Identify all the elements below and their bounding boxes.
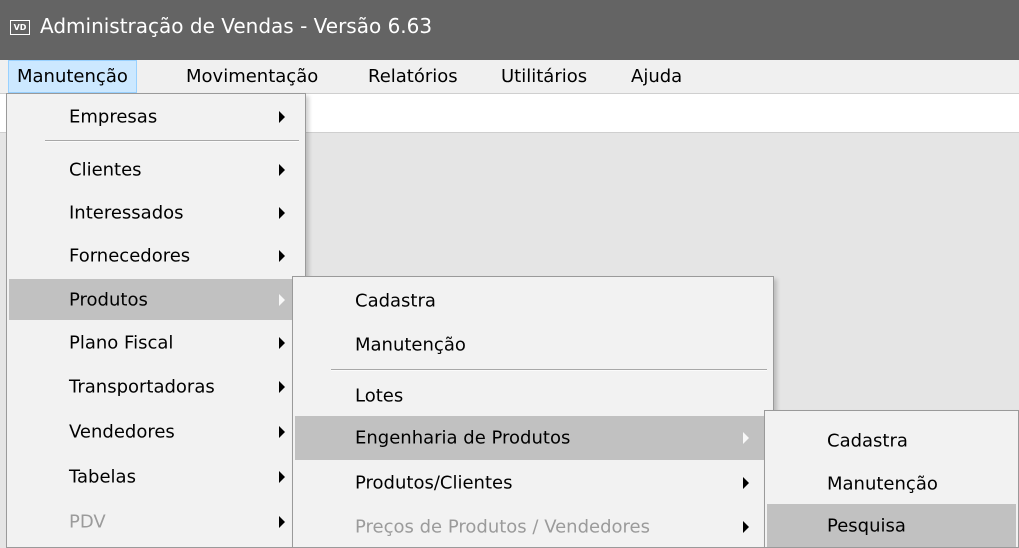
- menu-item-label: Plano Fiscal: [69, 332, 174, 353]
- menu-item-label: PDV: [69, 511, 106, 532]
- submenu-arrow-icon: [279, 336, 285, 349]
- menu-item-pesquisa[interactable]: Pesquisa: [767, 504, 1016, 547]
- submenu-arrow-icon: [743, 521, 749, 533]
- menu-relatorios[interactable]: Relatórios: [360, 60, 466, 93]
- menu-item-label: Engenharia de Produtos: [355, 427, 571, 449]
- menu-item-lotes[interactable]: Lotes: [295, 374, 771, 418]
- menu-item-label: Pesquisa: [827, 515, 906, 536]
- menu-separator: [331, 369, 767, 371]
- menu-bar: Manutenção Movimentação Relatórios Utili…: [0, 60, 1019, 93]
- menu-item-label: Produtos: [69, 289, 148, 310]
- submenu-arrow-icon: [743, 432, 749, 444]
- menu-item-pdv[interactable]: PDV: [9, 501, 303, 542]
- menu-item-clientes[interactable]: Clientes: [9, 149, 303, 190]
- menu-item-engenharia-de-produtos[interactable]: Engenharia de Produtos: [295, 416, 771, 460]
- menu-item-manutencao[interactable]: Manutenção: [767, 462, 1016, 505]
- menu-item-label: Manutenção: [827, 473, 938, 494]
- menu-item-produtos[interactable]: Produtos: [9, 279, 303, 320]
- submenu-arrow-icon: [279, 293, 285, 306]
- menu-item-label: Produtos/Clientes: [355, 472, 513, 494]
- menu-item-cadastra[interactable]: Cadastra: [295, 279, 771, 323]
- menu-utilitarios[interactable]: Utilitários: [493, 60, 595, 93]
- menu-item-label: Cadastra: [355, 290, 436, 312]
- menu-item-label: Empresas: [69, 106, 158, 127]
- menu-item-label: Transportadoras: [69, 376, 215, 397]
- submenu-arrow-icon: [279, 380, 285, 393]
- submenu-arrow-icon: [279, 206, 285, 219]
- manutencao-dropdown: Empresas Clientes Interessados Fornecedo…: [6, 93, 306, 548]
- menu-separator: [45, 140, 299, 142]
- title-bar: VD Administração de Vendas - Versão 6.63: [0, 0, 1019, 60]
- menu-item-precos-produtos-vendedores[interactable]: Preços de Produtos / Vendedores: [295, 505, 771, 548]
- menu-item-label: Lotes: [355, 385, 404, 407]
- submenu-arrow-icon: [279, 249, 285, 262]
- submenu-arrow-icon: [743, 477, 749, 489]
- submenu-arrow-icon: [279, 110, 285, 123]
- menu-item-label: Interessados: [69, 202, 184, 223]
- menu-item-label: Preços de Produtos / Vendedores: [355, 516, 650, 538]
- menu-item-label: Fornecedores: [69, 245, 191, 266]
- menu-movimentacao[interactable]: Movimentação: [178, 60, 326, 93]
- menu-item-plano-fiscal[interactable]: Plano Fiscal: [9, 322, 303, 363]
- menu-item-label: Manutenção: [355, 334, 466, 356]
- submenu-arrow-icon: [279, 470, 285, 483]
- app-icon: VD: [10, 20, 30, 35]
- window-title: Administração de Vendas - Versão 6.63: [40, 14, 433, 38]
- menu-item-produtos-clientes[interactable]: Produtos/Clientes: [295, 461, 771, 505]
- submenu-arrow-icon: [279, 425, 285, 438]
- menu-item-label: Vendedores: [69, 421, 175, 442]
- menu-item-empresas[interactable]: Empresas: [9, 96, 303, 137]
- submenu-arrow-icon: [279, 163, 285, 176]
- menu-item-transportadoras[interactable]: Transportadoras: [9, 366, 303, 407]
- menu-ajuda[interactable]: Ajuda: [623, 60, 690, 93]
- menu-item-vendedores[interactable]: Vendedores: [9, 411, 303, 452]
- submenu-arrow-icon: [279, 515, 285, 528]
- menu-item-manutencao[interactable]: Manutenção: [295, 323, 771, 367]
- menu-item-tabelas[interactable]: Tabelas: [9, 456, 303, 497]
- menu-item-label: Cadastra: [827, 430, 908, 451]
- menu-item-fornecedores[interactable]: Fornecedores: [9, 235, 303, 276]
- menu-manutencao[interactable]: Manutenção: [8, 60, 137, 93]
- menu-item-label: Tabelas: [69, 466, 136, 487]
- menu-item-label: Clientes: [69, 159, 142, 180]
- engenharia-submenu: Cadastra Manutenção Pesquisa: [764, 410, 1019, 548]
- menu-item-interessados[interactable]: Interessados: [9, 192, 303, 233]
- menu-item-cadastra[interactable]: Cadastra: [767, 419, 1016, 462]
- produtos-submenu: Cadastra Manutenção Lotes Engenharia de …: [292, 276, 774, 548]
